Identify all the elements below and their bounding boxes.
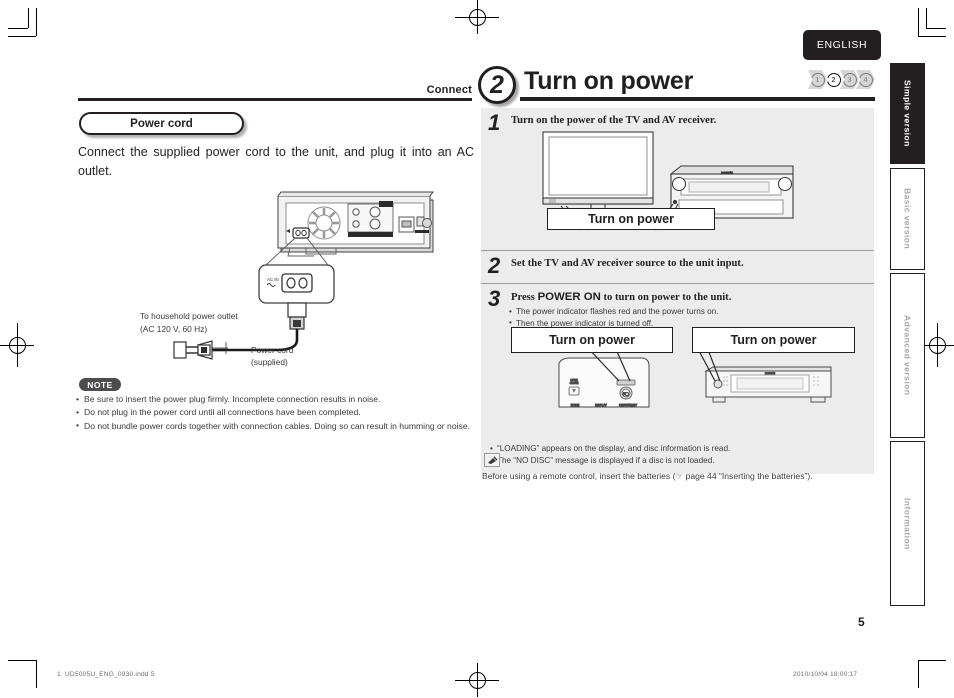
sidebar-tab-label: Advanced version [902,315,913,396]
crop-mark-tr-h [918,36,946,37]
header-rule-left [78,98,472,101]
step-2-title: Set the TV and AV receiver source to the… [511,258,744,269]
registration-mark-left [0,323,34,367]
step-3-footer-list: “LOADING” appears on the display, and di… [490,443,866,466]
chapter-number-badge: 2 [478,66,516,104]
step-chip-1-label: 1 [810,72,825,87]
procedure-panel: 1 Turn on the power of the TV and AV rec… [481,108,874,474]
footer-timestamp: 2010/10/04 18:00:17 [793,671,858,678]
svg-text:I/◯: I/◯ [623,391,630,396]
step-chip-3-label: 3 [842,72,857,87]
crop-mark-tl-h2 [8,28,28,29]
step-3-callout-left: Turn on power [511,327,673,353]
step-3-callout-left-label: Turn on power [549,333,635,347]
step-3-callout-right: Turn on power [692,327,855,353]
svg-text:AC IN: AC IN [267,277,279,282]
page-number: 5 [858,615,865,629]
remote-icon [487,456,497,464]
crop-mark-br-h [918,660,946,661]
sidebar-tab-advanced-version[interactable]: Advanced version [890,273,925,438]
step-1-number: 1 [488,110,501,135]
step-3-footer-bullet: The “NO DISC” message is displayed if a … [490,454,866,467]
svg-text:ON/STANDBY: ON/STANDBY [619,403,637,407]
note-item: Do not plug in the power cord until all … [76,406,486,420]
language-tab: ENGLISH [803,30,881,60]
step-3-footer-bullet: “LOADING” appears on the display, and di… [490,443,866,455]
registration-mark-bottom [455,663,499,697]
step-chip-2-label: 2 [826,72,841,87]
crop-mark-tr-v [918,8,919,36]
step-3-bullet: The power indicator flashes red and the … [509,306,866,318]
crop-mark-tr-v2 [926,8,927,28]
crop-mark-bl-v [36,660,37,688]
svg-text:marantz: marantz [721,171,733,175]
language-tab-label: ENGLISH [816,39,868,51]
registration-mark-right [920,323,954,367]
crop-mark-bl-h [8,660,36,661]
svg-text:marantz: marantz [765,371,776,375]
intro-paragraph: Connect the supplied power cord to the u… [78,145,474,178]
procedure-step-1: 1 Turn on the power of the TV and AV rec… [481,108,874,250]
sidebar-tab-label: Basic version [902,188,913,250]
sidebar-tab-simple-version[interactable]: Simple version [890,63,925,164]
cord-caption-line1: Power cord [251,345,294,355]
section-pill-power-cord: Power cord [79,112,244,135]
step-2-number: 2 [488,253,501,278]
svg-text:HOME: HOME [571,403,580,407]
note-badge-label: NOTE [87,379,113,390]
step-1-title: Turn on the power of the TV and AV recei… [511,115,717,126]
sidebar-tab-label: Simple version [902,80,913,147]
remote-tip-text: Before using a remote control, insert th… [482,471,813,481]
svg-text:DISPLAY: DISPLAY [595,403,607,407]
step-indicator-group: 1 2 3 4 [808,70,875,89]
step-3-footer-notes: “LOADING” appears on the display, and di… [481,436,874,474]
footer-filename: 1. UD5005U_ENG_0930.indd 5 [57,671,155,678]
crop-mark-br-v [918,660,919,688]
outlet-caption-line1: To household power outlet [140,311,238,321]
step-3-title: Press POWER ON to turn on power to the u… [509,290,866,305]
crop-mark-tl-v [36,8,37,36]
header-rule-right [520,97,875,101]
power-cord-diagram: AC IN To household power outlet (AC 120 … [76,190,486,375]
page-title: Turn on power [524,67,694,95]
remote-tip-icon-box [484,453,500,467]
step-3-number: 3 [488,286,501,311]
step-chip-1: 1 [808,70,827,89]
step-1-callout-label: Turn on power [588,212,674,226]
note-item: Be sure to insert the power plug firmly.… [76,392,486,406]
step-3-callout-right-label: Turn on power [730,333,817,347]
procedure-step-2: 2 Set the TV and AV receiver source to t… [481,251,874,283]
svg-text:CLOSE: CLOSE [570,381,579,385]
step-3-bullet-list: The power indicator flashes red and the … [509,306,866,329]
procedure-step-3: 3 Press POWER ON to turn on power to the… [481,284,874,436]
note-item: Do not bundle power cords together with … [76,419,486,433]
manual-page: ENGLISH 1 2 3 4 Connect 2 Turn on power … [0,0,954,698]
registration-mark-top [455,0,499,34]
sidebar-tab-information[interactable]: Information [890,441,925,606]
step-3-key-label: POWER ON [537,291,601,303]
step-3-title-pre: Press [511,292,538,303]
section-pill-label: Power cord [130,117,193,130]
step-chip-4-label: 4 [858,72,873,87]
crop-mark-tl-v2 [28,8,29,28]
breadcrumb-connect: Connect [426,84,472,96]
sidebar-tab-basic-version[interactable]: Basic version [890,168,925,270]
cord-caption-line2: (supplied) [251,357,288,367]
step-1-callout: Turn on power [547,208,715,230]
note-list: Be sure to insert the power plug firmly.… [76,392,486,433]
step-3-illustration: I/◯ OPEN CLOSE HOME DISPLAY ON/STANDBY m… [558,353,832,408]
crop-mark-tl-h [8,36,36,37]
crop-mark-tr-h2 [926,28,946,29]
outlet-caption-line2: (AC 120 V, 60 Hz) [140,324,208,334]
step-3-title-post: to turn on power to the unit. [600,292,732,303]
sidebar-tab-label: Information [902,497,913,550]
note-badge: NOTE [79,378,121,391]
